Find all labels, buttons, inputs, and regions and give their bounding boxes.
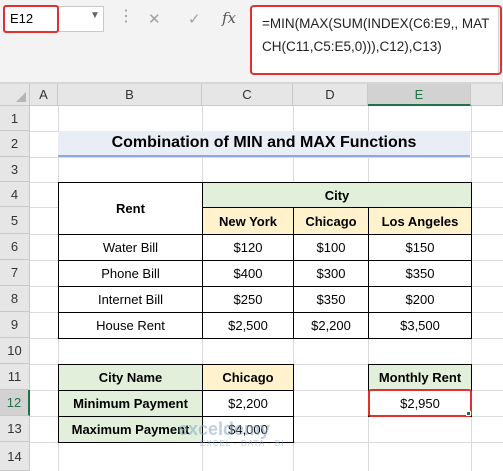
chevron-down-icon[interactable]: ▼ xyxy=(90,10,100,21)
column-header-a[interactable]: A xyxy=(30,84,58,106)
rent-cell[interactable]: $2,200 xyxy=(293,312,369,339)
column-header-e[interactable]: E xyxy=(368,84,471,106)
row-header[interactable]: 7 xyxy=(0,260,30,286)
minimum-payment-label[interactable]: Minimum Payment xyxy=(58,390,203,417)
row-header[interactable]: 1 xyxy=(0,106,30,131)
row-header[interactable]: 8 xyxy=(0,286,30,312)
rent-row-label[interactable]: House Rent xyxy=(58,312,203,339)
row-header[interactable]: 2 xyxy=(0,131,30,157)
rent-cell[interactable]: $250 xyxy=(202,286,294,313)
monthly-rent-header[interactable]: Monthly Rent xyxy=(368,364,472,391)
column-header-b[interactable]: B xyxy=(58,84,202,106)
name-box-highlight xyxy=(3,5,59,33)
sheet-title[interactable]: Combination of MIN and MAX Functions xyxy=(58,131,470,157)
row-header[interactable]: 12 xyxy=(0,390,30,416)
row-header[interactable]: 3 xyxy=(0,157,30,182)
select-all-icon[interactable] xyxy=(16,92,26,102)
city-los-angeles[interactable]: Los Angeles xyxy=(368,207,472,235)
rent-cell[interactable]: $2,500 xyxy=(202,312,294,339)
rent-row-label[interactable]: Phone Bill xyxy=(58,260,203,287)
rent-cell[interactable]: $150 xyxy=(368,234,472,261)
fill-handle[interactable] xyxy=(466,411,471,416)
city-name-value[interactable]: Chicago xyxy=(202,364,294,391)
column-header-d[interactable]: D xyxy=(293,84,368,106)
city-name-label[interactable]: City Name xyxy=(58,364,203,391)
rent-cell[interactable]: $300 xyxy=(293,260,369,287)
row-header[interactable]: 14 xyxy=(0,442,30,471)
active-cell-highlight xyxy=(368,389,472,417)
rent-header[interactable]: Rent xyxy=(58,182,203,235)
enter-icon[interactable]: ✓ xyxy=(188,10,201,28)
rent-row-label[interactable]: Water Bill xyxy=(58,234,203,261)
row-header[interactable]: 6 xyxy=(0,234,30,260)
city-header[interactable]: City xyxy=(202,182,472,208)
rent-cell[interactable]: $400 xyxy=(202,260,294,287)
watermark-tagline: EXCEL · DATA · BI xyxy=(200,439,285,448)
rent-row-label[interactable]: Internet Bill xyxy=(58,286,203,313)
watermark-logo: exceldemy xyxy=(178,419,271,439)
rent-cell[interactable]: $100 xyxy=(293,234,369,261)
minimum-payment-value[interactable]: $2,200 xyxy=(202,390,294,417)
rent-cell[interactable]: $350 xyxy=(368,260,472,287)
row-header[interactable]: 11 xyxy=(0,364,30,390)
rent-cell[interactable]: $120 xyxy=(202,234,294,261)
column-header-blank[interactable] xyxy=(471,84,503,106)
column-header-c[interactable]: C xyxy=(202,84,293,106)
insert-function-icon[interactable]: fx xyxy=(222,9,236,27)
gridline xyxy=(30,157,503,158)
row-header[interactable]: 10 xyxy=(0,338,30,364)
city-new-york[interactable]: New York xyxy=(202,207,294,235)
formula-highlight xyxy=(250,5,502,75)
rent-cell[interactable]: $350 xyxy=(293,286,369,313)
more-icon: ⋮ xyxy=(118,8,135,25)
cancel-icon[interactable]: ✕ xyxy=(148,10,161,28)
city-chicago[interactable]: Chicago xyxy=(293,207,369,235)
row-header[interactable]: 4 xyxy=(0,182,30,207)
row-header[interactable]: 13 xyxy=(0,416,30,442)
rent-cell[interactable]: $3,500 xyxy=(368,312,472,339)
rent-cell[interactable]: $200 xyxy=(368,286,472,313)
row-header[interactable]: 9 xyxy=(0,312,30,338)
row-header[interactable]: 5 xyxy=(0,207,30,234)
